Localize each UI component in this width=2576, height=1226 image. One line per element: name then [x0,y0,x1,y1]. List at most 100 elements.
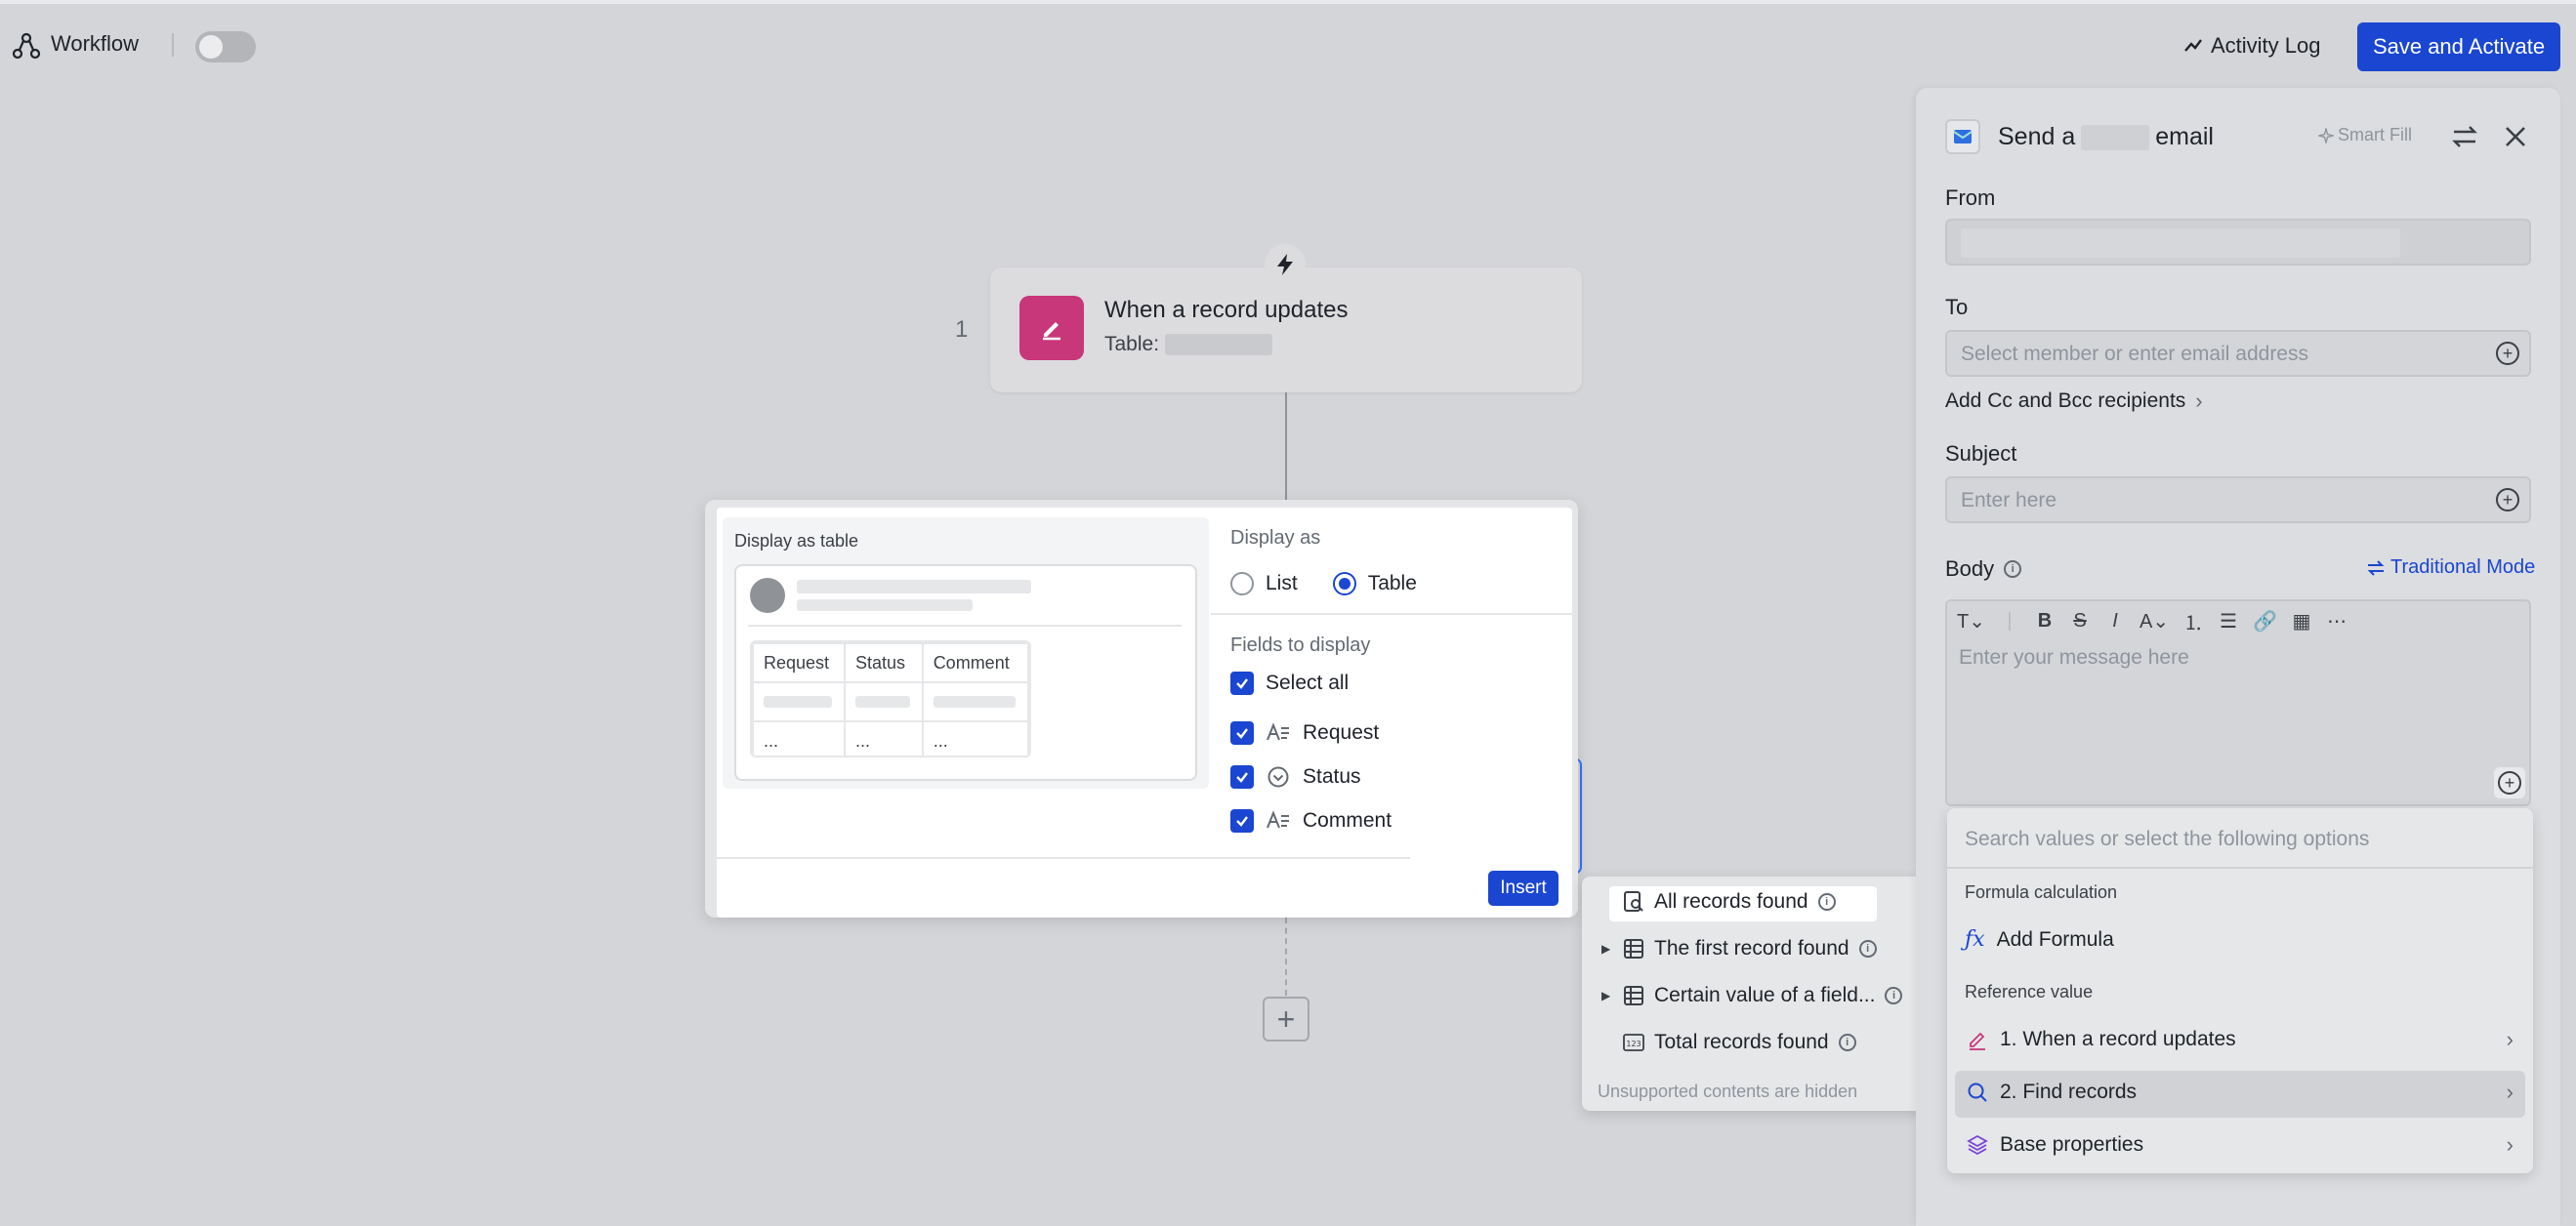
menu-item-label: Total records found [1654,1031,1829,1053]
font-color-icon[interactable]: A⌄ [2140,609,2169,633]
subject-placeholder: Enter here [1961,489,2057,511]
title-divider [172,33,174,57]
checkbox-checked-icon[interactable] [1230,809,1254,833]
preview-table: Request Status Comment ... ... ... [750,640,1031,757]
bullet-list-icon[interactable]: ☰ [2218,609,2239,633]
sparkle-icon [2318,127,2334,143]
close-icon[interactable] [2500,121,2531,152]
window-top-edge [0,0,2576,4]
text-field-icon [1266,720,1291,746]
add-formula-item[interactable]: ƒx Add Formula [1965,927,2114,952]
field-name: Status [1303,765,1361,788]
redacted-from-value [1961,228,2400,258]
menu-item-total-records[interactable]: 123 Total records found i [1623,1031,1856,1054]
activity-log-button[interactable]: Activity Log [2183,33,2321,59]
select-all-row[interactable]: Select all [1230,672,1349,695]
search-icon [1968,1083,1987,1102]
trigger-title: When a record updates [1104,297,1349,323]
flow-connector-dashed [1285,918,1287,996]
values-search-input[interactable]: Search values or select the following op… [1965,828,2369,851]
strikethrough-icon[interactable]: S [2069,610,2091,633]
mail-icon [1945,119,1980,154]
info-icon[interactable]: i [1817,893,1836,911]
checkbox-checked-icon[interactable] [1230,672,1254,695]
reference-item-trigger[interactable]: 1. When a record updates › [1967,1027,2514,1052]
body-placeholder: Enter your message here [1959,646,2189,669]
radio-table[interactable] [1332,572,1356,595]
info-icon[interactable]: i [1838,1034,1856,1051]
app-title: Workflow [51,31,140,56]
reference-label: 1. When a record updates [2000,1028,2236,1050]
divider-icon[interactable]: ⋯ [2326,609,2347,633]
info-icon[interactable]: i [1885,987,1903,1004]
cc-bcc-label: Add Cc and Bcc recipients [1945,389,2186,412]
panel-title-suffix: email [2155,123,2214,150]
subject-label: Subject [1945,441,2017,466]
preview-placeholder-line [797,599,973,611]
preview-cell: ... [921,720,1029,756]
italic-icon[interactable]: I [2104,610,2126,633]
trigger-table-label: Table: [1104,333,1160,355]
reference-item-find-records[interactable]: 2. Find records › [1967,1080,2514,1105]
field-row-status[interactable]: Status [1230,764,1361,790]
expand-triangle-icon[interactable]: ▶ [1601,942,1613,956]
to-placeholder: Select member or enter email address [1961,343,2308,365]
bold-icon[interactable]: B [2034,610,2056,633]
save-and-activate-button[interactable]: Save and Activate [2357,22,2560,71]
bolt-icon [1265,244,1306,285]
radio-list[interactable] [1230,572,1254,595]
menu-item-label: Certain value of a field... [1654,984,1876,1006]
dropdown-divider [1947,867,2533,869]
menu-item-first-record[interactable]: ▶ The first record found i [1601,937,1877,960]
text-style-icon[interactable]: T⌄ [1957,609,1985,633]
smart-fill-label: Smart Fill [2338,125,2412,144]
to-label: To [1945,295,1969,319]
add-circle-icon[interactable]: + [2496,488,2519,511]
preview-cell [752,681,846,722]
insert-button[interactable]: Insert [1488,871,1558,906]
records-search-icon [1624,891,1643,912]
add-circle-icon[interactable]: + [2496,342,2519,365]
to-field[interactable]: Select member or enter email address + [1945,330,2531,377]
menu-item-field-value[interactable]: ▶ Certain value of a field... i [1601,984,1903,1007]
expand-triangle-icon[interactable]: ▶ [1601,989,1613,1002]
checkbox-checked-icon[interactable] [1230,765,1254,789]
text-field-icon [1266,808,1291,834]
menu-item-all-records[interactable]: All records found i [1623,890,1836,914]
redacted-title-text [2081,124,2150,150]
preview-cell [844,681,924,722]
panel-title-prefix: Send a [1998,123,2076,150]
info-icon[interactable]: i [2004,560,2022,578]
layers-icon [1967,1134,1988,1156]
reference-item-base-properties[interactable]: Base properties › [1967,1132,2514,1158]
chevron-right-icon: › [2506,1132,2514,1157]
preview-avatar [750,578,785,613]
preview-divider [748,625,1182,627]
panel-title: Send a email [1998,123,2214,151]
subject-field[interactable]: Enter here + [1945,476,2531,523]
ordered-list-icon[interactable]: ⒈ [2182,607,2204,635]
info-icon[interactable]: i [1858,940,1877,958]
swap-icon[interactable] [2449,121,2480,152]
add-step-button[interactable]: + [1263,997,1309,1042]
preview-col-header: Comment [921,642,1029,683]
smart-fill-button[interactable]: Smart Fill [2318,125,2412,145]
reference-section-label: Reference value [1965,982,2094,1001]
table-insert-icon[interactable]: ▦ [2291,609,2312,633]
from-field[interactable] [1945,219,2531,266]
traditional-mode-button[interactable]: Traditional Mode [2367,556,2535,579]
checkbox-checked-icon[interactable] [1230,721,1254,745]
add-cc-bcc-link[interactable]: Add Cc and Bcc recipients › [1945,388,2203,414]
popup-footer-divider [705,857,1410,859]
swap-small-icon [2367,559,2385,576]
field-row-request[interactable]: Request [1230,720,1379,746]
body-label-row: Body i [1945,556,2022,582]
field-row-comment[interactable]: Comment [1230,808,1392,834]
single-select-icon [1266,764,1291,790]
activate-toggle[interactable] [195,31,256,62]
insert-value-button[interactable]: + [2494,767,2525,798]
table-icon [1624,939,1643,959]
unsupported-note: Unsupported contents are hidden [1598,1082,1858,1101]
menu-item-label: All records found [1654,890,1808,913]
link-icon[interactable]: 🔗 [2253,609,2277,633]
